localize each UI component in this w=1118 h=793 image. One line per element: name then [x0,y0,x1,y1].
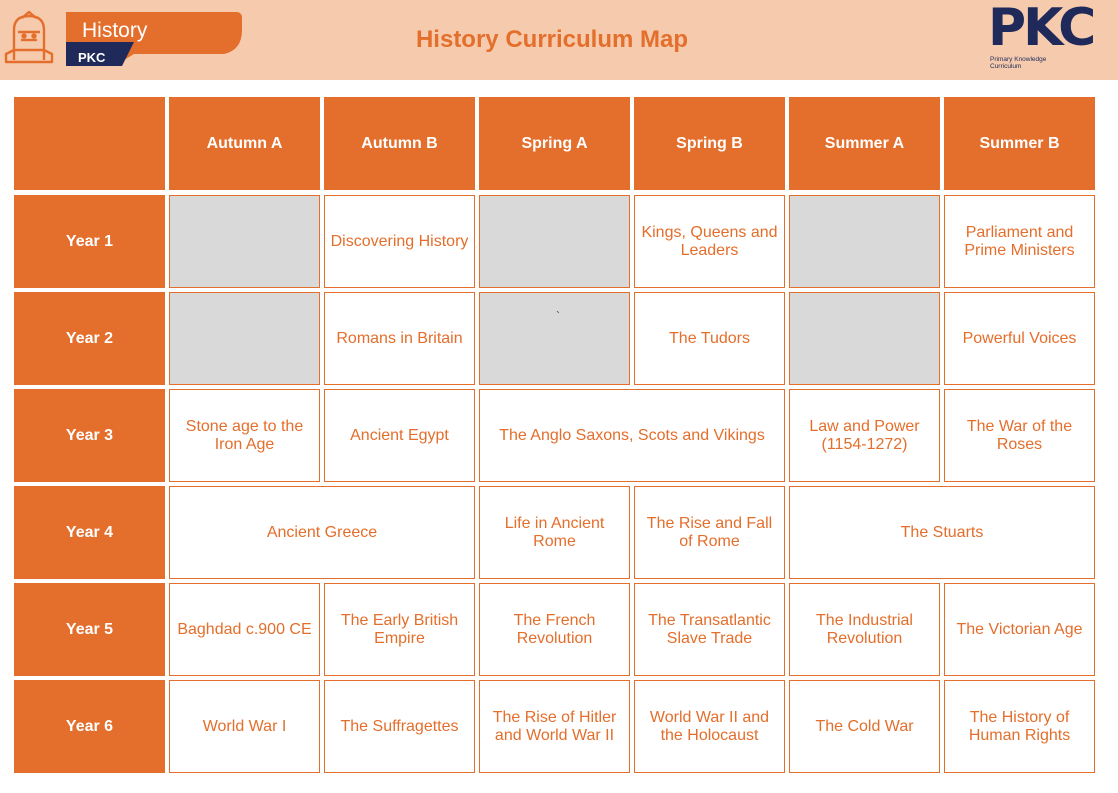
empty-cell [169,195,320,288]
row-header: Year 3 [14,389,165,482]
empty-cell [479,195,630,288]
row-header: Year 1 [14,195,165,288]
stray-mark: ` [556,309,560,323]
topic-cell: Baghdad c.900 CE [169,583,320,676]
topic-cell: Kings, Queens and Leaders [634,195,785,288]
topic-cell: The Cold War [789,680,940,773]
row-header: Year 4 [14,486,165,579]
empty-cell [169,292,320,385]
curriculum-table: Autumn A Autumn B Spring A Spring B Summer A… [0,0,1118,793]
empty-cell: ` [479,292,630,385]
topic-cell: Life in Ancient Rome [479,486,630,579]
topic-cell: Parliament and Prime Ministers [944,195,1095,288]
topic-cell: Law and Power (1154-1272) [789,389,940,482]
topic-cell: The History of Human Rights [944,680,1095,773]
column-header: Spring B [634,97,785,190]
column-header: Summer A [789,97,940,190]
topic-cell: Powerful Voices [944,292,1095,385]
column-header: Autumn B [324,97,475,190]
topic-cell: The Rise of Hitler and World War II [479,680,630,773]
row-header: Year 5 [14,583,165,676]
row-header: Year 6 [14,680,165,773]
topic-cell: World War II and the Holocaust [634,680,785,773]
topic-cell: The Stuarts [789,486,1095,579]
topic-cell: The Industrial Revolution [789,583,940,676]
topic-cell: The Early British Empire [324,583,475,676]
topic-cell: Romans in Britain [324,292,475,385]
topic-cell: The War of the Roses [944,389,1095,482]
topic-cell: Ancient Greece [169,486,475,579]
empty-cell [789,292,940,385]
topic-cell: The Tudors [634,292,785,385]
row-header: Year 2 [14,292,165,385]
topic-cell: The Anglo Saxons, Scots and Vikings [479,389,785,482]
column-header: Autumn A [169,97,320,190]
topic-cell: The Suffragettes [324,680,475,773]
topic-cell: Discovering History [324,195,475,288]
column-header: Spring A [479,97,630,190]
topic-cell: World War I [169,680,320,773]
topic-cell: Stone age to the Iron Age [169,389,320,482]
topic-cell: Ancient Egypt [324,389,475,482]
topic-cell: The Victorian Age [944,583,1095,676]
topic-cell: The French Revolution [479,583,630,676]
column-header: Summer B [944,97,1095,190]
empty-cell [789,195,940,288]
corner-cell [14,97,165,190]
topic-cell: The Rise and Fall of Rome [634,486,785,579]
topic-cell: The Transatlantic Slave Trade [634,583,785,676]
